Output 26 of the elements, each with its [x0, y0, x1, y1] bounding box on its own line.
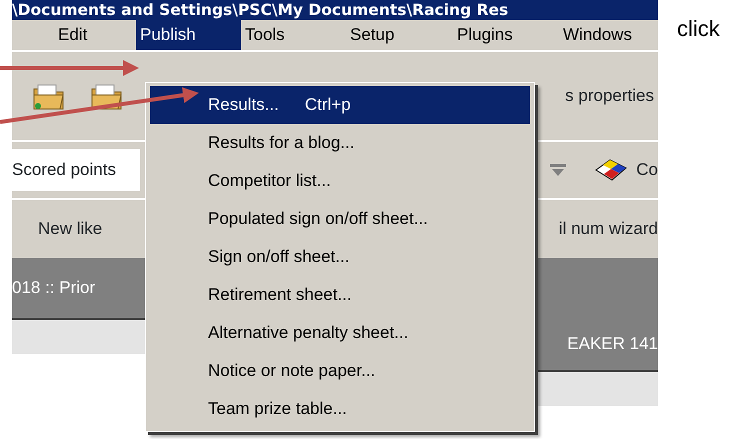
color-cube-icon[interactable] [594, 158, 628, 182]
menu-item[interactable]: Populated sign on/off sheet... [150, 200, 530, 238]
menu-item[interactable]: Results for a blog... [150, 124, 530, 162]
menu-item[interactable]: Sign on/off sheet... [150, 238, 530, 276]
toolbar-label[interactable]: New like [38, 216, 102, 242]
toolbar-label[interactable]: Co [636, 157, 658, 183]
menu-item[interactable]: Publish [136, 20, 241, 50]
menu-item[interactable]: Setup [346, 20, 453, 50]
toolbar-label[interactable]: il num wizard [558, 216, 658, 242]
series-label: EAKER 141 [567, 332, 658, 354]
menu-item[interactable]: Competitor list... [150, 162, 530, 200]
menu-item[interactable]: Results... Ctrl+p [150, 86, 530, 124]
menu-item[interactable]: Edit [12, 20, 136, 50]
menu-item[interactable]: Windows [559, 20, 639, 50]
menu-item[interactable]: Team prize table... [150, 390, 530, 428]
menu-item[interactable]: Notice or note paper... [150, 352, 530, 390]
menu-item[interactable]: Tools [241, 20, 346, 50]
combo-field[interactable]: Scored points [12, 149, 140, 191]
menu-item[interactable]: Retirement sheet... [150, 276, 530, 314]
dropdown-arrow-icon[interactable] [550, 164, 566, 176]
annotation-text: click [677, 15, 720, 43]
window-title: \Documents and Settings\PSC\My Documents\Racing Res [12, 0, 658, 20]
menu-item[interactable]: Alternative penalty sheet... [150, 314, 530, 352]
series-label: 018 :: Prior [12, 277, 96, 300]
toolbar-label[interactable]: s properties [565, 83, 654, 109]
menu-item[interactable]: Plugins [453, 20, 559, 50]
